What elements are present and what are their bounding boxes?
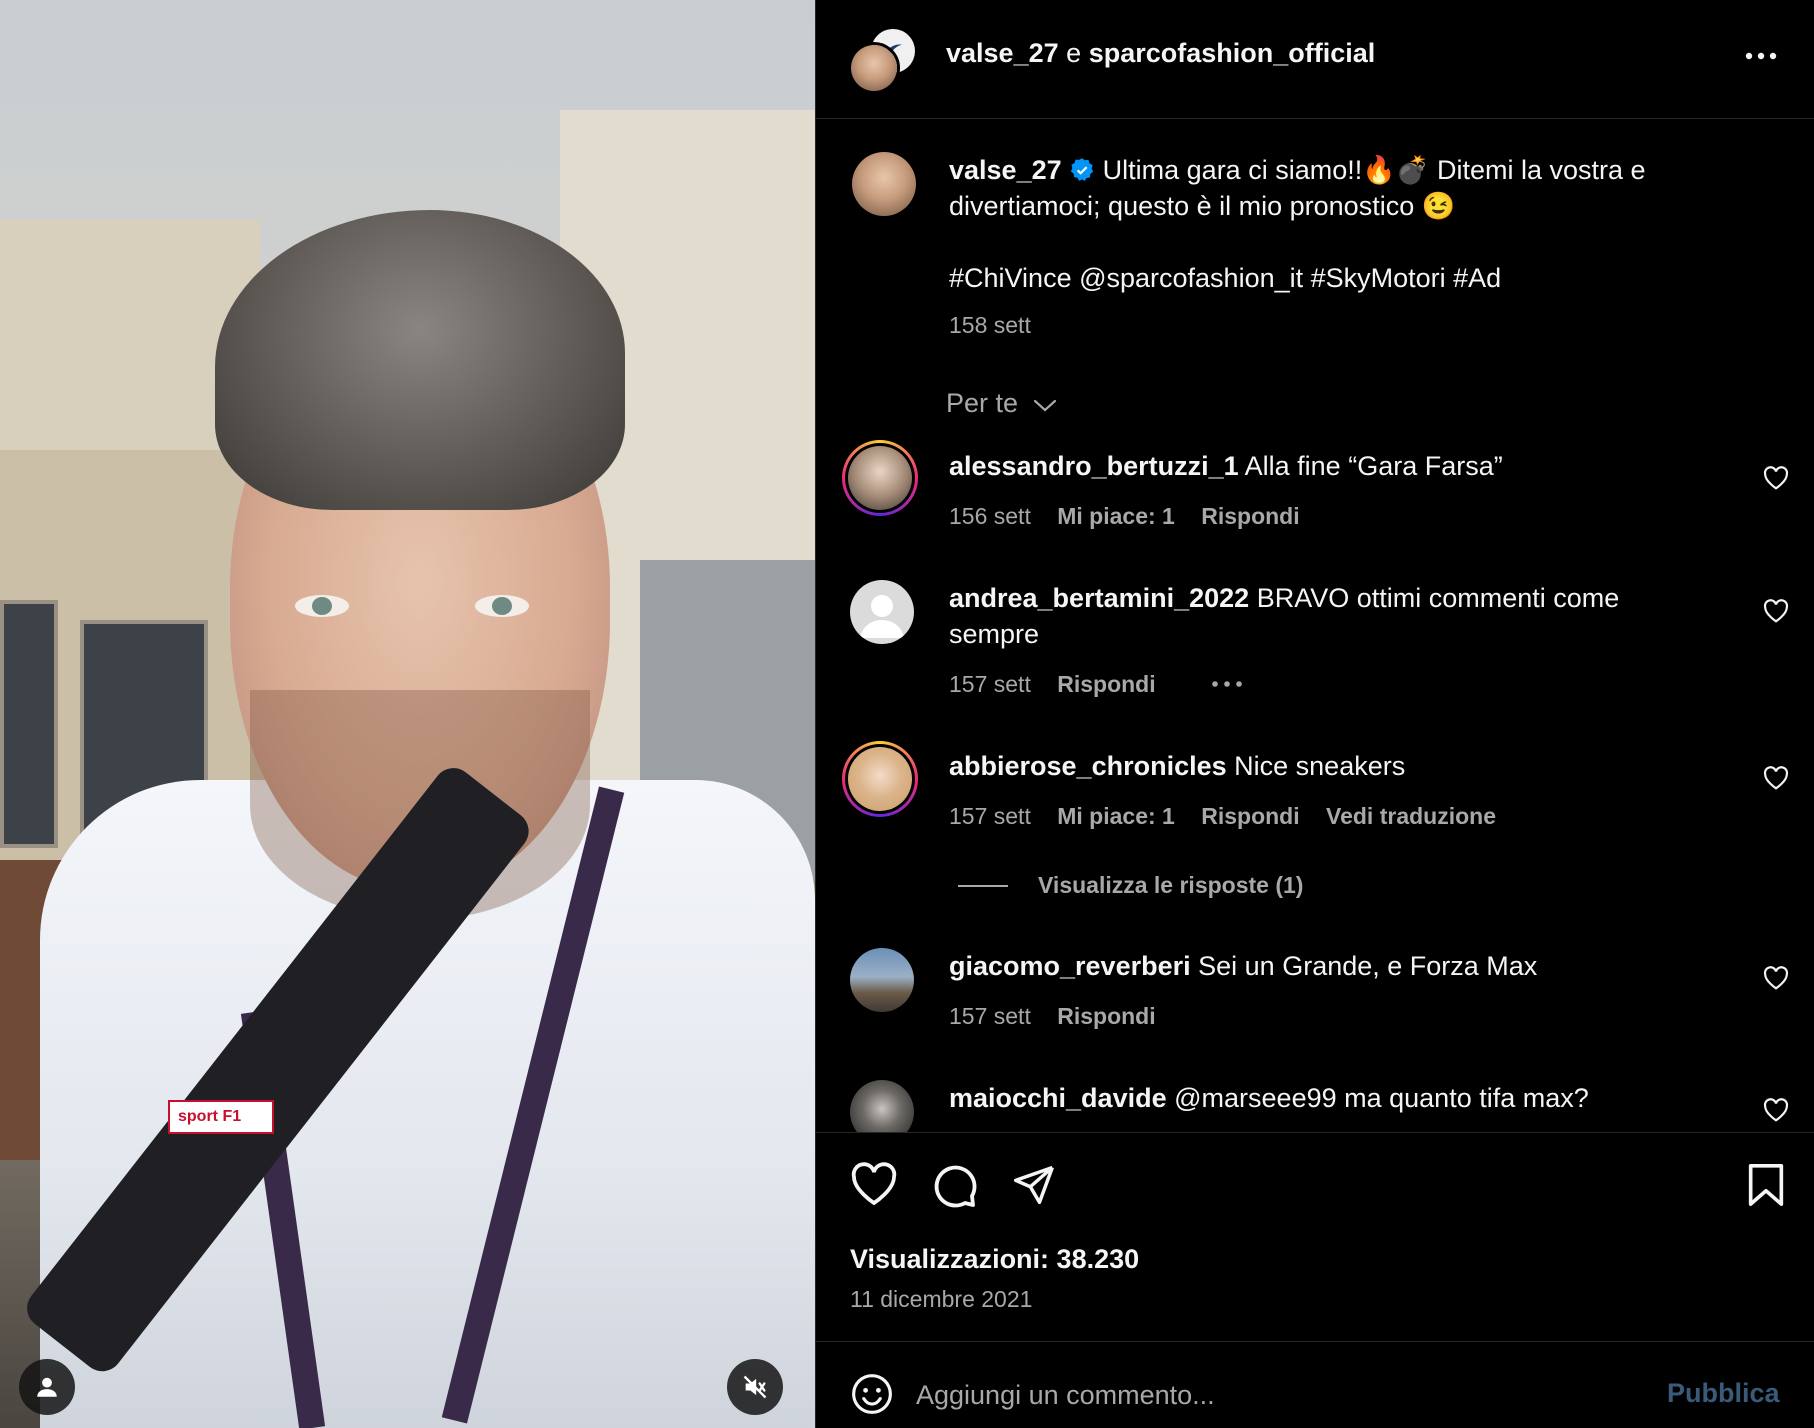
caption-hashtags[interactable]: #ChiVince @sparcofashion_it #SkyMotori #…	[949, 260, 1501, 296]
comment-meta: 157 sett Mi piace: 1 Rispondi Vedi tradu…	[949, 803, 1496, 830]
user-icon	[37, 1377, 57, 1397]
header-separator: e	[1066, 38, 1082, 68]
comment-avatar[interactable]	[850, 1080, 914, 1132]
add-comment-input[interactable]	[914, 1374, 1638, 1416]
comment-icon[interactable]	[931, 1161, 979, 1209]
mute-button[interactable]	[727, 1359, 783, 1415]
comment-body: Nice sneakers	[1234, 751, 1406, 781]
comment-more-icon[interactable]	[1210, 678, 1244, 690]
caption-line-1: valse_27 Ultima gara ci siamo!!🔥💣 Ditemi…	[949, 152, 1646, 188]
translate-button[interactable]: Vedi traduzione	[1326, 803, 1496, 829]
heart-icon[interactable]	[1763, 1098, 1789, 1122]
default-avatar-icon	[860, 595, 904, 638]
publish-button[interactable]: Pubblica	[1667, 1378, 1780, 1409]
comment-meta: 157 sett Rispondi	[949, 671, 1156, 698]
comment-row-clipped: maiocchi_davide @marseee99 ma quanto tif…	[816, 1070, 1814, 1132]
comment-meta: 157 sett Rispondi	[949, 1003, 1156, 1030]
divider	[816, 1341, 1814, 1342]
comment-likes[interactable]: Mi piace: 1	[1057, 503, 1175, 529]
comment-avatar[interactable]	[850, 948, 914, 1012]
comment-meta: 156 sett Mi piace: 1 Rispondi	[949, 503, 1300, 530]
divider	[816, 1132, 1814, 1133]
like-icon[interactable]	[850, 1162, 898, 1206]
comment-body: Sei un Grande, e Forza Max	[1198, 951, 1538, 981]
comment-avatar[interactable]	[850, 580, 914, 644]
replies-line	[958, 885, 1008, 887]
sort-label: Per te	[946, 388, 1019, 418]
reel-video[interactable]: sport F1	[0, 0, 815, 1428]
comment-body: BRAVO ottimi commenti come	[1256, 583, 1620, 613]
comment-text: giacomo_reverberi Sei un Grande, e Forza…	[949, 948, 1537, 984]
post-header: valse_27 e sparcofashion_official	[816, 0, 1814, 119]
post-date: 11 dicembre 2021	[850, 1286, 1033, 1312]
reply-button[interactable]: Rispondi	[1201, 803, 1299, 829]
emoji-icon[interactable]	[850, 1372, 894, 1416]
reply-button[interactable]: Rispondi	[1201, 503, 1299, 529]
save-bookmark-icon[interactable]	[1746, 1162, 1786, 1208]
comment-body: sempre	[949, 619, 1040, 649]
header-username-1[interactable]: valse_27	[946, 38, 1059, 68]
comment-username[interactable]: maiocchi_davide	[949, 1083, 1167, 1113]
comment-text: andrea_bertamini_2022 BRAVO ottimi comme…	[949, 580, 1619, 616]
reply-button[interactable]: Rispondi	[1057, 1003, 1155, 1029]
window	[0, 600, 58, 848]
more-options-button[interactable]	[1741, 44, 1781, 68]
comment-time: 157 sett	[949, 1003, 1031, 1029]
comment-text: alessandro_bertuzzi_1 Alla fine “Gara Fa…	[949, 448, 1503, 484]
share-icon[interactable]	[1011, 1162, 1057, 1206]
comment-time: 157 sett	[949, 803, 1031, 829]
person-eye	[475, 595, 529, 617]
collab-avatar-valse[interactable]	[848, 42, 900, 94]
caption-text-1: Ultima gara ci siamo!!🔥💣 Ditemi la vostr…	[1102, 155, 1646, 185]
post-panel: valse_27 e sparcofashion_official valse_…	[815, 0, 1814, 1428]
comment-avatar[interactable]	[842, 741, 918, 817]
comment-username[interactable]: andrea_bertamini_2022	[949, 583, 1249, 613]
verified-badge-icon	[1070, 158, 1094, 181]
person-hair	[215, 210, 625, 510]
comment-avatar[interactable]	[842, 440, 918, 516]
sort-dropdown[interactable]: Per te	[946, 388, 1058, 419]
comment-username[interactable]: abbierose_chronicles	[949, 751, 1227, 781]
caption-avatar[interactable]	[852, 152, 916, 216]
caption-time: 158 sett	[949, 312, 1031, 338]
comment-username[interactable]: alessandro_bertuzzi_1	[949, 451, 1239, 481]
post-header-title: valse_27 e sparcofashion_official	[946, 38, 1375, 69]
shirt-logo: sport F1	[168, 1100, 274, 1134]
comment-text: maiocchi_davide @marseee99 ma quanto tif…	[949, 1080, 1589, 1116]
header-username-2[interactable]: sparcofashion_official	[1089, 38, 1376, 68]
caption-text-2: divertiamoci; questo è il mio pronostico…	[949, 191, 1456, 221]
view-replies-button[interactable]: Visualizza le risposte (1)	[1038, 872, 1303, 899]
views-count: Visualizzazioni: 38.230	[850, 1244, 1140, 1274]
tagged-user-button[interactable]	[19, 1359, 75, 1415]
speaker-muted-icon	[743, 1375, 767, 1399]
heart-icon[interactable]	[1763, 966, 1789, 990]
more-horizontal-icon	[1745, 52, 1777, 60]
comment-time: 156 sett	[949, 503, 1031, 529]
comment-username[interactable]: giacomo_reverberi	[949, 951, 1191, 981]
comment-body: @marseee99 ma quanto tifa max?	[1174, 1083, 1589, 1113]
comment-body: Alla fine “Gara Farsa”	[1244, 451, 1503, 481]
comment-likes[interactable]: Mi piace: 1	[1057, 803, 1175, 829]
heart-icon[interactable]	[1763, 599, 1789, 623]
caption-username[interactable]: valse_27	[949, 155, 1062, 185]
chevron-down-icon	[1033, 399, 1056, 412]
reply-button[interactable]: Rispondi	[1057, 671, 1155, 697]
heart-icon[interactable]	[1763, 766, 1789, 790]
heart-icon[interactable]	[1763, 466, 1789, 490]
comment-text: abbierose_chronicles Nice sneakers	[949, 748, 1405, 784]
person-eye	[295, 595, 349, 617]
comment-time: 157 sett	[949, 671, 1031, 697]
